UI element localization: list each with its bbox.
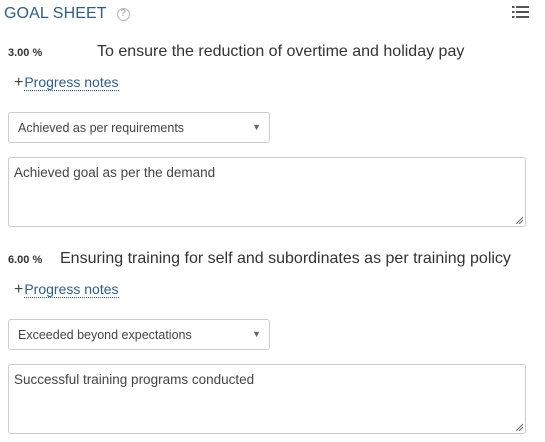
caret-down-icon: ▼ <box>252 122 261 132</box>
progress-notes-toggle[interactable]: + Progress notes <box>14 281 119 299</box>
comment-textarea[interactable]: Achieved goal as per the demand <box>8 157 526 227</box>
comment-text: Achieved goal as per the demand <box>14 165 216 180</box>
page-title: GOAL SHEET <box>4 5 107 22</box>
goal-description: To ensure the reduction of overtime and … <box>97 43 465 60</box>
progress-notes-link[interactable]: Progress notes <box>24 282 119 298</box>
goal-header: 6.00 % Ensuring training for self and su… <box>0 250 545 272</box>
goal-description: Ensuring training for self and subordina… <box>60 250 511 267</box>
plus-icon: + <box>14 281 24 298</box>
comment-text: Successful training programs conducted <box>14 372 255 387</box>
plus-icon: + <box>14 74 24 91</box>
caret-down-icon: ▼ <box>252 329 261 339</box>
help-icon[interactable]: ? <box>116 7 130 21</box>
goal-weight: 3.00 % <box>8 47 43 59</box>
rating-select[interactable]: Achieved as per requirements ▼ <box>8 112 270 143</box>
comment-textarea[interactable]: Successful training programs conducted <box>8 364 526 434</box>
goal-sheet-header: GOAL SHEET ? <box>4 4 130 24</box>
rating-select-value: Exceeded beyond expectations <box>18 328 192 342</box>
resize-handle-icon[interactable] <box>515 423 523 431</box>
rating-select-value: Achieved as per requirements <box>18 121 185 135</box>
progress-notes-link[interactable]: Progress notes <box>24 75 119 91</box>
rating-select[interactable]: Exceeded beyond expectations ▼ <box>8 319 270 350</box>
goal-header: 3.00 % To ensure the reduction of overti… <box>0 43 545 65</box>
resize-handle-icon[interactable] <box>515 216 523 224</box>
progress-notes-toggle[interactable]: + Progress notes <box>14 74 119 92</box>
goal-weight: 6.00 % <box>8 254 43 266</box>
list-icon[interactable] <box>512 5 529 19</box>
